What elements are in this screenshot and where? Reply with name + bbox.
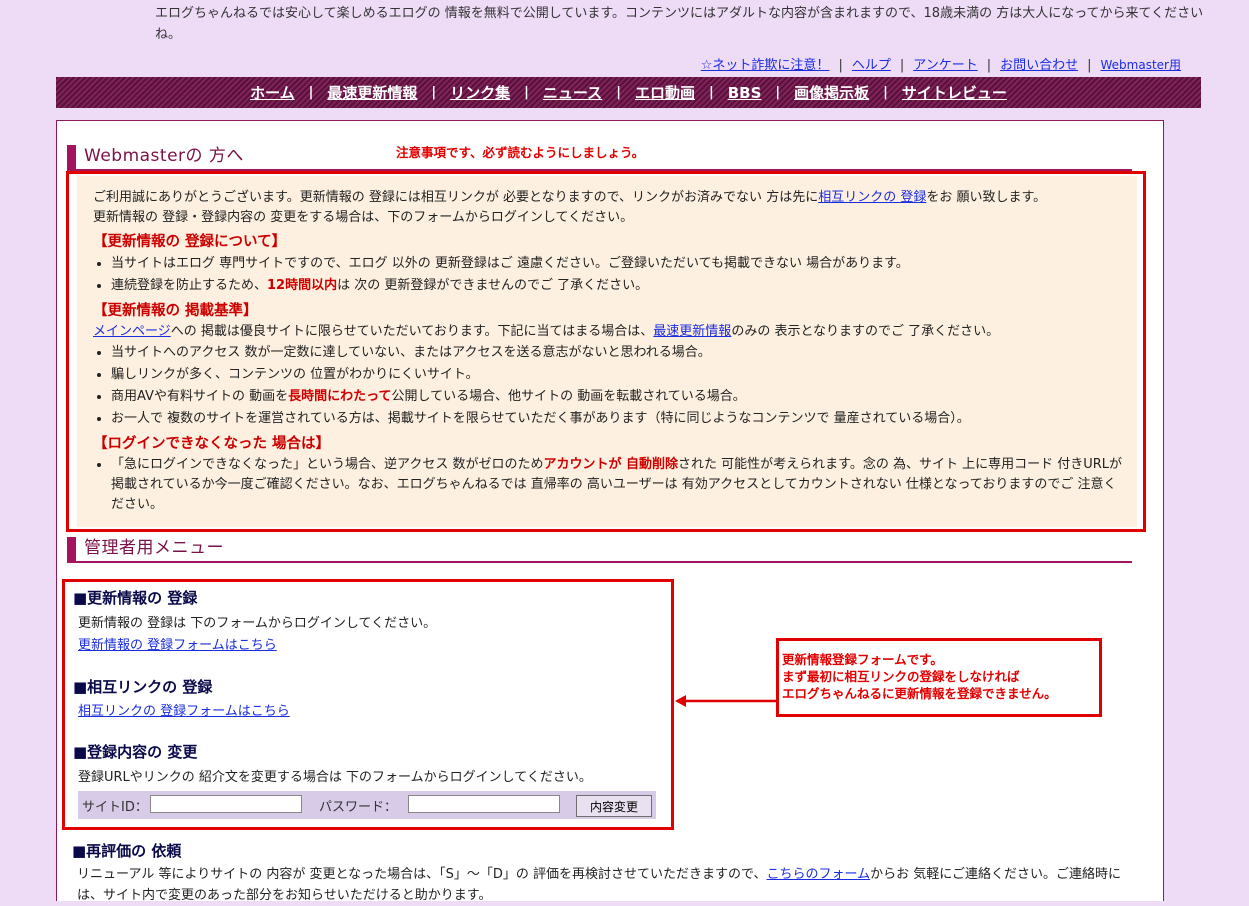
- update-registration-heading: ■更新情報の 登録: [73, 589, 198, 607]
- intro-text-2: 更新情報の 登録・登録内容の 変更をする場合は、下のフォームからログインしてくだ…: [93, 210, 634, 225]
- nav-separator: |: [708, 85, 714, 100]
- site-id-input[interactable]: [150, 795, 302, 813]
- nav-image-board[interactable]: 画像掲示板: [794, 82, 869, 103]
- nav-latest-updates[interactable]: 最速更新情報: [327, 82, 417, 103]
- info-content: ご利用誠にありがとうございます。更新情報の 登録には相互リンクが 必要となります…: [77, 176, 1137, 527]
- change-registration-heading: ■登録内容の 変更: [73, 743, 198, 761]
- separator: |: [899, 58, 905, 73]
- site-id-label: サイトID：: [82, 800, 148, 815]
- reevaluation-heading: ■再評価の 依頼: [72, 842, 182, 860]
- listing-criteria-text: メインページへの 掲載は優良サイトに限らせていただいております。下記に当てはまる…: [93, 324, 1000, 339]
- link-webmaster[interactable]: Webmaster用: [1101, 58, 1181, 72]
- admin-menu-box: ■更新情報の 登録 更新情報の 登録は 下のフォームからログインしてください。 …: [62, 579, 674, 830]
- callout-line: エログちゃんねるに更新情報を登録できません。: [782, 686, 1057, 701]
- password-label: パスワード：: [319, 800, 398, 815]
- utility-links: ☆ネット詐欺に注意！ | ヘルプ | アンケート | お問い合わせ | Webmaster用: [701, 54, 1181, 73]
- login-trouble-list: 「急にログインできなくなった」という場合、逆アクセス 数がゼロのためアカウントが…: [93, 455, 1127, 515]
- nav-separator: |: [524, 85, 529, 100]
- link-contact[interactable]: お問い合わせ: [1000, 58, 1078, 73]
- update-registration-text: 更新情報の 登録は 下のフォームからログインしてください。: [78, 616, 437, 631]
- nav-links[interactable]: リンク集: [450, 82, 510, 103]
- mutual-link-register-link[interactable]: 相互リンクの 登録: [818, 190, 926, 205]
- link-scam-warning[interactable]: ☆ネット詐欺に注意！: [701, 58, 830, 73]
- main-nav: ホーム | 最速更新情報 | リンク集 | ニュース | エロ動画 | BBS | 画像掲示…: [56, 77, 1201, 108]
- link-survey[interactable]: アンケート: [913, 58, 977, 73]
- mutual-link-heading: ■相互リンクの 登録: [73, 678, 213, 696]
- list-item: 騙しリンクが多く、コンテンツの 位置がわかりにくいサイト。: [111, 364, 1127, 386]
- webmaster-section-title: Webmasterの 方へ: [84, 146, 244, 166]
- separator: |: [1087, 58, 1092, 73]
- mutual-link-form-link[interactable]: 相互リンクの 登録フォームはこちら: [78, 700, 290, 719]
- list-item: 当サイトへのアクセス 数が一定数に達していない、またはアクセスを送る意志がないと…: [111, 342, 1127, 364]
- callout-box: 更新情報登録フォームです。 まず最初に相互リンクの登録をしなければ エログちゃん…: [776, 638, 1102, 717]
- separator: |: [838, 58, 843, 73]
- list-item: お一人で 複数のサイトを運営されている方は、掲載サイトを限らせていただく事があり…: [111, 408, 1127, 430]
- change-content-button[interactable]: 内容変更: [576, 795, 652, 817]
- nav-videos[interactable]: エロ動画: [635, 82, 695, 103]
- list-item: 「急にログインできなくなった」という場合、逆アクセス 数がゼロのためアカウントが…: [111, 455, 1127, 515]
- nav-home[interactable]: ホーム: [250, 82, 295, 103]
- callout-line: まず最初に相互リンクの登録をしなければ: [782, 669, 1020, 684]
- nav-news[interactable]: ニュース: [543, 82, 602, 103]
- password-input[interactable]: [408, 795, 560, 813]
- registration-rules-list: 当サイトはエログ 専門サイトですので、エログ 以外の 更新登録はご 遠慮ください…: [93, 253, 1127, 297]
- nav-separator: |: [775, 85, 781, 100]
- registration-rules-heading: 【更新情報の 登録について】: [93, 234, 287, 250]
- arrow-left-icon: [675, 695, 779, 707]
- listing-criteria-heading: 【更新情報の 掲載基準】: [93, 303, 258, 319]
- login-form: サイトID： パスワード： 内容変更: [78, 791, 656, 819]
- nav-separator: |: [883, 85, 888, 100]
- change-registration-text: 登録URLやリンクの 紹介文を変更する場合は 下のフォームからログインしてくださ…: [78, 770, 592, 785]
- separator: |: [986, 58, 992, 73]
- update-registration-form-link[interactable]: 更新情報の 登録フォームはこちら: [78, 634, 277, 653]
- admin-section-heading: 管理者用メニュー: [67, 537, 1132, 563]
- list-item: 連続登録を防止するため、12時間以内は 次の 更新登録ができませんのでご 了承く…: [111, 275, 1127, 297]
- nav-separator: |: [616, 85, 621, 100]
- intro-text: ご利用誠にありがとうございます。更新情報の 登録には相互リンクが 必要となります…: [93, 190, 1047, 205]
- info-box: ご利用誠にありがとうございます。更新情報の 登録には相互リンクが 必要となります…: [66, 171, 1146, 532]
- latest-updates-link[interactable]: 最速更新情報: [653, 324, 731, 339]
- main-page-link[interactable]: メインページ: [93, 324, 171, 339]
- nav-separator: |: [431, 85, 437, 100]
- admin-section-title: 管理者用メニュー: [84, 538, 224, 558]
- reevaluation-form-link[interactable]: こちらのフォーム: [766, 867, 870, 882]
- list-item: 当サイトはエログ 専門サイトですので、エログ 以外の 更新登録はご 遠慮ください…: [111, 253, 1127, 275]
- callout-line: 更新情報登録フォームです。: [782, 652, 943, 667]
- top-notice: エログちゃんねるでは安心して楽しめるエログの 情報を無料で公開しています。コンテ…: [155, 6, 1204, 42]
- listing-criteria-list: 当サイトへのアクセス 数が一定数に達していない、またはアクセスを送る意志がないと…: [93, 342, 1127, 430]
- nav-site-review[interactable]: サイトレビュー: [902, 82, 1007, 103]
- list-item: 商用AVや有料サイトの 動画を長時間にわたって公開している場合、他サイトの 動画…: [111, 386, 1127, 408]
- login-trouble-heading: 【ログインできなくなった 場合は】: [93, 436, 331, 452]
- link-help[interactable]: ヘルプ: [852, 58, 891, 73]
- warning-annotation: 注意事項です、必ず読むようにしましょう。: [396, 145, 645, 160]
- nav-separator: |: [308, 85, 314, 100]
- nav-bbs[interactable]: BBS: [728, 84, 762, 102]
- reevaluation-text: リニューアル 等によりサイトの 内容が 変更となった場合は、「S」〜「D」の 評…: [77, 867, 1121, 903]
